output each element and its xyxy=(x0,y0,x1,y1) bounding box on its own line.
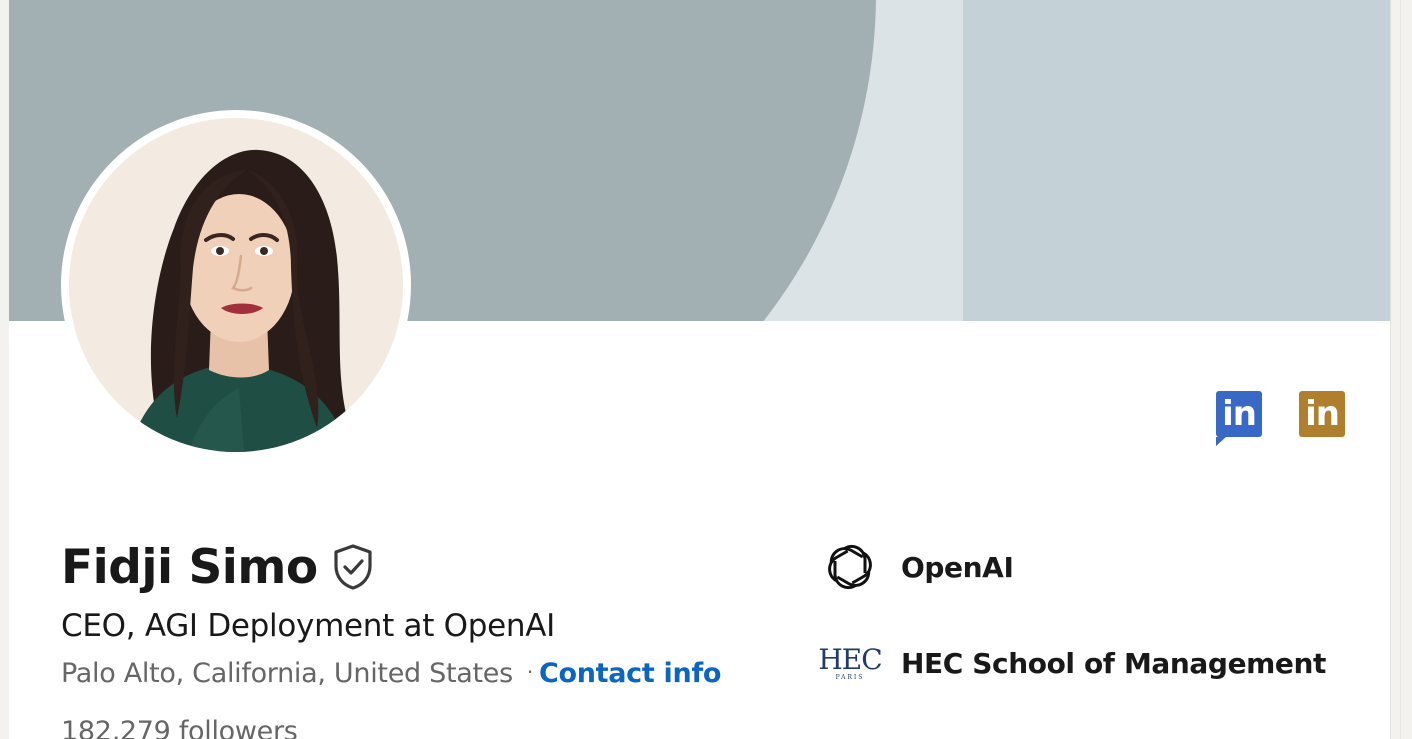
openai-logo-svg xyxy=(828,544,872,590)
profile-card: in in Fidji Simo CEO, AGI Deployment at … xyxy=(9,0,1391,739)
followers-count[interactable]: 182,279 followers xyxy=(61,716,298,739)
location-separator: · xyxy=(526,660,533,684)
profile-photo-illustration xyxy=(69,118,403,452)
linkedin-badge-text: in xyxy=(1222,394,1257,434)
linkedin-premium-icon[interactable]: in xyxy=(1299,391,1345,437)
profile-photo xyxy=(69,118,403,452)
school-name: HEC School of Management xyxy=(901,646,1327,680)
profile-name: Fidji Simo xyxy=(61,539,318,595)
hec-paris-logo-icon: HEC PARIS xyxy=(814,636,886,690)
education-item[interactable]: HEC PARIS HEC School of Management xyxy=(814,636,1326,690)
verified-shield-icon[interactable] xyxy=(332,543,374,591)
company-name: OpenAI xyxy=(901,550,1014,584)
name-row: Fidji Simo xyxy=(61,538,374,596)
openai-logo-icon xyxy=(814,540,886,594)
avatar[interactable] xyxy=(61,110,411,460)
linkedin-premium-badge-text: in xyxy=(1305,394,1340,434)
hec-logo-mark: HEC PARIS xyxy=(814,642,886,681)
page-scrollbar[interactable] xyxy=(1400,0,1412,739)
profile-location: Palo Alto, California, United States xyxy=(61,658,513,689)
current-company-item[interactable]: OpenAI xyxy=(814,540,1014,594)
hec-logo-text: HEC xyxy=(818,642,882,676)
linkedin-icon[interactable]: in xyxy=(1216,391,1262,446)
profile-headline: CEO, AGI Deployment at OpenAI xyxy=(61,608,555,644)
contact-info-link[interactable]: Contact info xyxy=(539,658,722,689)
banner-panel-shape xyxy=(963,0,1390,321)
linkedin-badge-tail xyxy=(1216,437,1226,446)
location-row: Palo Alto, California, United States · Con… xyxy=(61,658,721,689)
